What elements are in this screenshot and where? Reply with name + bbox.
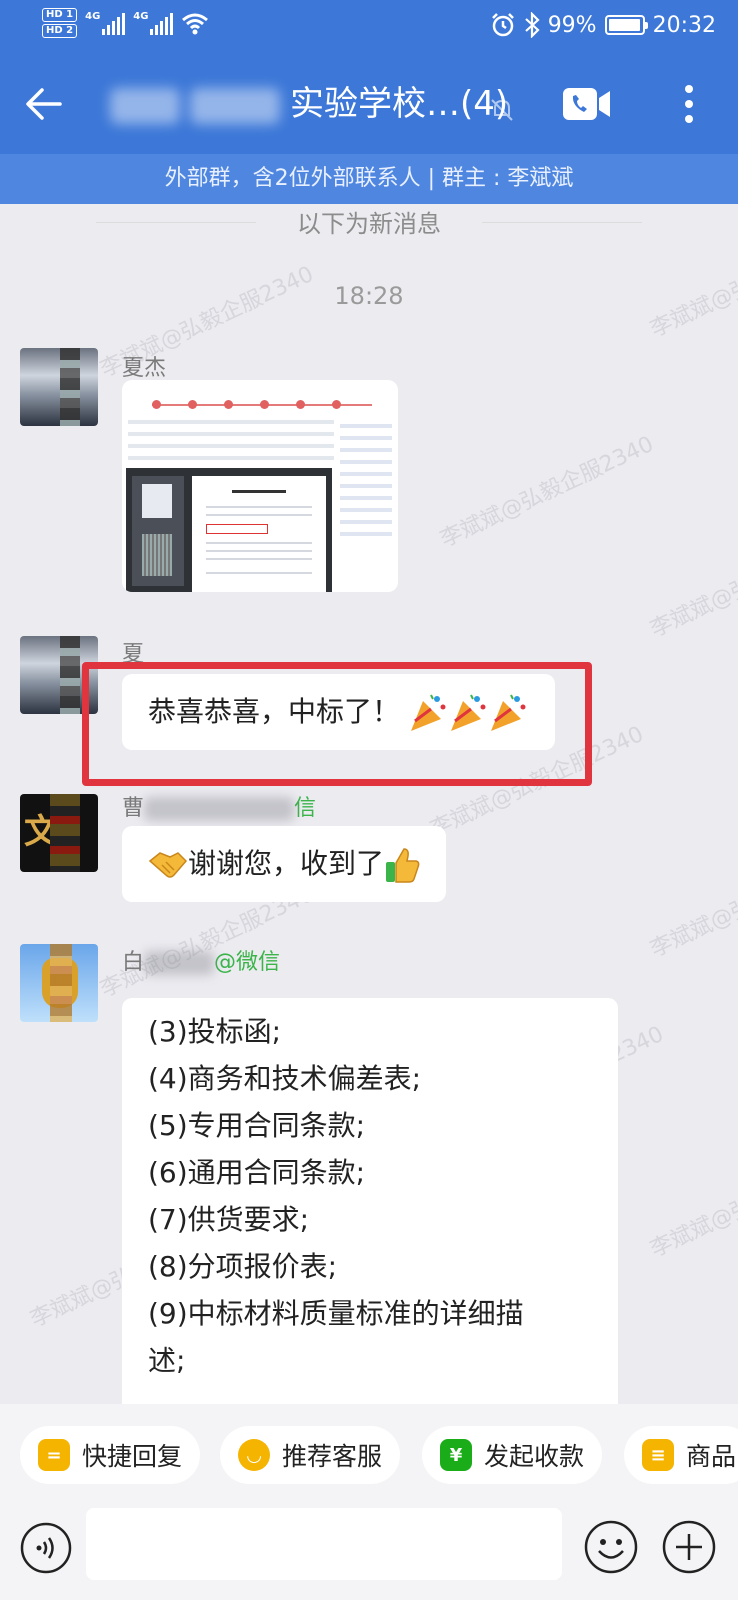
list-item: (6)通用合同条款; — [148, 1156, 366, 1189]
list-item: (5)专用合同条款; — [148, 1109, 366, 1142]
quick-reply-icon: = — [38, 1439, 70, 1471]
mute-bell-icon — [491, 99, 513, 121]
watermark: 李斌斌@弘毅企服2340 — [646, 841, 738, 963]
recommend-service-button[interactable]: ◡ 推荐客服 — [220, 1426, 401, 1484]
sim-indicators: HD 1 HD 2 — [42, 8, 78, 38]
list-item: (7)供货要求; — [148, 1203, 310, 1236]
battery-percent: 99% — [547, 12, 597, 38]
list-item: (4)商务和技术偏差表; — [148, 1062, 422, 1095]
more-menu-icon[interactable] — [676, 82, 702, 126]
products-button[interactable]: ≡ 商品 — [624, 1426, 738, 1484]
avatar[interactable] — [20, 944, 98, 1022]
sender-name: 夏 — [122, 642, 145, 667]
sim1-badge: HD 1 — [42, 8, 78, 22]
chat-header: 实验学校…(4) — [0, 56, 738, 154]
new-messages-divider: 以下为新消息 — [0, 204, 738, 244]
status-bar: HD 1 HD 2 4G 4G 99% 20:32 — [0, 0, 738, 56]
avatar[interactable] — [20, 348, 98, 426]
watermark: 李斌斌@弘毅企服2340 — [646, 1141, 738, 1263]
back-arrow-icon[interactable] — [24, 84, 64, 124]
battery-icon — [604, 15, 648, 35]
avatar[interactable] — [20, 636, 98, 714]
alarm-icon — [491, 13, 514, 37]
quick-actions-bar: = 快捷回复 ◡ 推荐客服 ¥ 发起收款 ≡ 商品 — [0, 1404, 738, 1508]
message-bubble[interactable]: 谢谢您，收到了 — [122, 826, 447, 902]
list-item: (3)投标函; — [148, 1015, 282, 1048]
image-message[interactable] — [122, 380, 398, 592]
thumbs-up-icon — [386, 848, 420, 883]
message-bubble[interactable]: (3)投标函; (4)商务和技术偏差表; (5)专用合同条款; (6)通用合同条… — [122, 998, 618, 1404]
signal-icon-2: 4G — [133, 11, 174, 35]
video-call-icon[interactable] — [562, 86, 612, 122]
wifi-icon — [182, 13, 209, 35]
clock: 20:32 — [652, 12, 716, 38]
list-item: (8)分项报价表; — [148, 1250, 338, 1283]
list-item: 述; — [148, 1344, 186, 1377]
message-bubble[interactable]: 恭喜恭喜，中标了！ — [122, 674, 555, 750]
list-item: (9)中标材料质量标准的详细描 — [148, 1297, 524, 1330]
collect-payment-button[interactable]: ¥ 发起收款 — [422, 1426, 603, 1484]
service-icon: ◡ — [238, 1439, 270, 1471]
sender-name: 白 @微信 — [122, 950, 281, 975]
watermark: 李斌斌@弘毅企服2340 — [646, 521, 738, 643]
product-icon: ≡ — [642, 1439, 674, 1471]
quick-reply-button[interactable]: = 快捷回复 — [20, 1426, 201, 1484]
handshake-icon — [148, 852, 188, 878]
redacted-title-part — [190, 87, 280, 124]
chat-area[interactable]: 李斌斌@弘毅企服2340 李斌斌@弘毅企服2340 李斌斌@弘毅企服2340 李… — [0, 204, 738, 1404]
sender-name: 夏杰 — [122, 356, 167, 381]
avatar[interactable]: 文 — [20, 794, 98, 872]
timestamp: 18:28 — [334, 282, 404, 310]
input-bar — [0, 1508, 738, 1600]
bluetooth-icon — [524, 12, 540, 38]
plus-icon[interactable] — [662, 1520, 716, 1574]
payment-icon: ¥ — [440, 1439, 472, 1471]
sender-name: 曹信 — [122, 796, 317, 821]
sim2-badge: HD 2 — [42, 24, 78, 38]
message-input[interactable] — [86, 1508, 562, 1580]
watermark: 李斌斌@弘毅企服2340 — [436, 431, 658, 553]
signal-icon-1: 4G — [85, 11, 126, 35]
party-popper-icon — [410, 694, 526, 731]
group-info-bar[interactable]: 外部群，含2位外部联系人 | 群主 : 李斌斌 — [0, 154, 738, 204]
voice-input-icon[interactable] — [20, 1522, 72, 1574]
redacted-title-part — [110, 87, 180, 124]
emoji-icon[interactable] — [584, 1520, 638, 1574]
redacted-name — [144, 951, 215, 975]
redacted-name — [144, 797, 295, 821]
chat-title: 实验学校…(4) — [110, 82, 508, 126]
